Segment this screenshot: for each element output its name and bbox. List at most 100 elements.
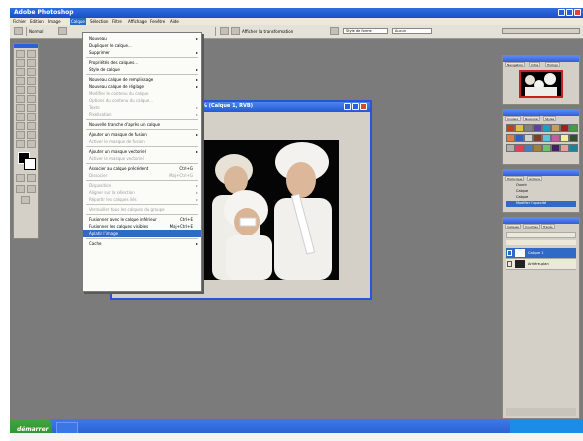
menu-item[interactable]: Activer le masque de fusion xyxy=(83,138,201,145)
notes-tool-icon[interactable] xyxy=(16,131,25,139)
style-swatch[interactable] xyxy=(542,134,551,142)
tab-infos[interactable]: Infos xyxy=(529,62,541,67)
style-swatch[interactable] xyxy=(506,144,515,152)
style-swatch[interactable] xyxy=(524,124,533,132)
navigator-thumbnail[interactable] xyxy=(519,70,563,98)
close-button[interactable] xyxy=(574,9,581,16)
menu-affichage[interactable]: Affichage xyxy=(128,19,147,24)
tab-histogram[interactable]: Histogr. xyxy=(545,62,561,67)
menu-filtre[interactable]: Filtre xyxy=(112,19,122,24)
dodge-tool-icon[interactable] xyxy=(27,104,36,112)
background-color-swatch[interactable] xyxy=(24,158,36,170)
style-swatch[interactable] xyxy=(524,144,533,152)
menu-item[interactable]: Supprimer ▸ xyxy=(83,49,201,56)
style-swatch[interactable] xyxy=(542,144,551,152)
style-swatch[interactable] xyxy=(569,134,578,142)
screen-mode-full-icon[interactable] xyxy=(27,185,36,193)
style-swatch[interactable] xyxy=(533,144,542,152)
menu-item[interactable]: Ajouter un masque vectoriel ▸ xyxy=(83,148,201,155)
style-swatch[interactable] xyxy=(560,124,569,132)
eyedropper-tool-icon[interactable] xyxy=(27,131,36,139)
brush-tool-icon[interactable] xyxy=(27,77,36,85)
layer-row[interactable]: Calque 1 xyxy=(506,248,576,259)
tab-couleur[interactable]: Couleur xyxy=(505,116,521,121)
zoom-tool-icon[interactable] xyxy=(27,140,36,148)
lock-options[interactable] xyxy=(506,240,576,245)
maximize-button[interactable] xyxy=(566,9,573,16)
menu-edition[interactable]: Edition xyxy=(30,19,44,24)
slice-tool-icon[interactable] xyxy=(27,68,36,76)
menu-item[interactable]: Cache ▸ xyxy=(83,240,201,247)
tab-styles[interactable]: Styles xyxy=(543,116,557,121)
menu-item[interactable]: Dissocier Maj+Ctrl+G xyxy=(83,172,201,179)
screen-mode-standard-icon[interactable] xyxy=(16,185,25,193)
lasso-tool-icon[interactable] xyxy=(16,59,25,67)
history-brush-tool-icon[interactable] xyxy=(27,86,36,94)
tool-preset-icon[interactable] xyxy=(14,27,23,35)
quick-mask-mode-icon[interactable] xyxy=(27,174,36,182)
menu-item[interactable]: Activer le masque vectoriel xyxy=(83,155,201,162)
blur-tool-icon[interactable] xyxy=(16,104,25,112)
menu-item[interactable]: Nouveau calque de réglage ▸ xyxy=(83,83,201,90)
gradient-tool-icon[interactable] xyxy=(27,95,36,103)
menu-item[interactable]: Style de calque ▸ xyxy=(83,66,201,73)
shape-tool-icon[interactable] xyxy=(27,122,36,130)
blend-mode-select[interactable] xyxy=(506,232,576,238)
menu-item[interactable]: Aplatir l'image xyxy=(83,230,201,237)
tab-historique[interactable]: Historique xyxy=(505,176,525,181)
tab-navigation[interactable]: Navigation xyxy=(505,62,526,67)
clone-stamp-tool-icon[interactable] xyxy=(16,86,25,94)
menu-fenetre[interactable]: Fenêtre xyxy=(150,19,165,24)
style-swatch[interactable] xyxy=(506,134,515,142)
style-field[interactable]: Style de forme xyxy=(343,28,388,34)
style-swatch[interactable] xyxy=(515,144,524,152)
style-swatch[interactable] xyxy=(560,144,569,152)
menu-item[interactable]: Nouveau calque de remplissage ▸ xyxy=(83,76,201,83)
menu-item[interactable]: Fusionner les calques visibles Maj+Ctrl+E xyxy=(83,223,201,230)
jump-to-imageready-icon[interactable] xyxy=(21,196,30,204)
crop-tool-icon[interactable] xyxy=(16,68,25,76)
style-swatch[interactable] xyxy=(515,134,524,142)
style-swatch[interactable] xyxy=(524,134,533,142)
style-swatch[interactable] xyxy=(515,124,524,132)
style-icon[interactable] xyxy=(330,27,339,35)
menu-item[interactable]: Aligner sur la sélection ▸ xyxy=(83,189,201,196)
pen-tool-icon[interactable] xyxy=(16,122,25,130)
style-swatch[interactable] xyxy=(542,124,551,132)
menu-item[interactable]: Ajouter un masque de fusion ▸ xyxy=(83,131,201,138)
menu-aide[interactable]: Aide xyxy=(170,19,179,24)
menu-item[interactable]: Associer au calque précédent Ctrl+G xyxy=(83,165,201,172)
style-swatch[interactable] xyxy=(551,124,560,132)
tab-nuancier[interactable]: Nuancier xyxy=(523,116,541,121)
style-swatch[interactable] xyxy=(551,134,560,142)
magic-wand-tool-icon[interactable] xyxy=(27,59,36,67)
menu-item[interactable]: Disposition ▸ xyxy=(83,182,201,189)
color-swatch-icon[interactable] xyxy=(58,27,67,35)
menu-item[interactable]: Options du contenu du calque... xyxy=(83,97,201,104)
link-icon[interactable] xyxy=(220,27,229,35)
doc-minimize-button[interactable] xyxy=(344,103,351,110)
eye-icon[interactable] xyxy=(507,250,512,256)
standard-mode-icon[interactable] xyxy=(16,174,25,182)
move-tool-icon[interactable] xyxy=(27,50,36,58)
menu-selection[interactable]: Sélection xyxy=(90,19,108,24)
tab-traces[interactable]: Tracés xyxy=(541,224,555,229)
menu-image[interactable]: Image xyxy=(48,19,61,24)
palette-well[interactable] xyxy=(502,28,580,34)
tab-couches[interactable]: Couches xyxy=(523,224,540,229)
style-swatch[interactable] xyxy=(560,134,569,142)
hand-tool-icon[interactable] xyxy=(16,140,25,148)
tab-actions[interactable]: Actions xyxy=(527,176,542,181)
menu-item[interactable]: Répartir les calques liés ▸ xyxy=(83,196,201,203)
style-swatch[interactable] xyxy=(533,134,542,142)
eye-icon[interactable] xyxy=(507,261,512,267)
style-swatch[interactable] xyxy=(569,144,578,152)
menu-item[interactable]: Modifier le contenu du calque xyxy=(83,90,201,97)
minimize-button[interactable] xyxy=(558,9,565,16)
preset-field[interactable]: Aucun xyxy=(392,28,432,34)
checkbox-icon[interactable] xyxy=(231,27,240,35)
menu-fichier[interactable]: Fichier xyxy=(13,19,26,24)
tab-calques[interactable]: Calques xyxy=(505,224,521,229)
layer-row[interactable]: Arrière-plan xyxy=(506,259,576,270)
marquee-tool-icon[interactable] xyxy=(16,50,25,58)
